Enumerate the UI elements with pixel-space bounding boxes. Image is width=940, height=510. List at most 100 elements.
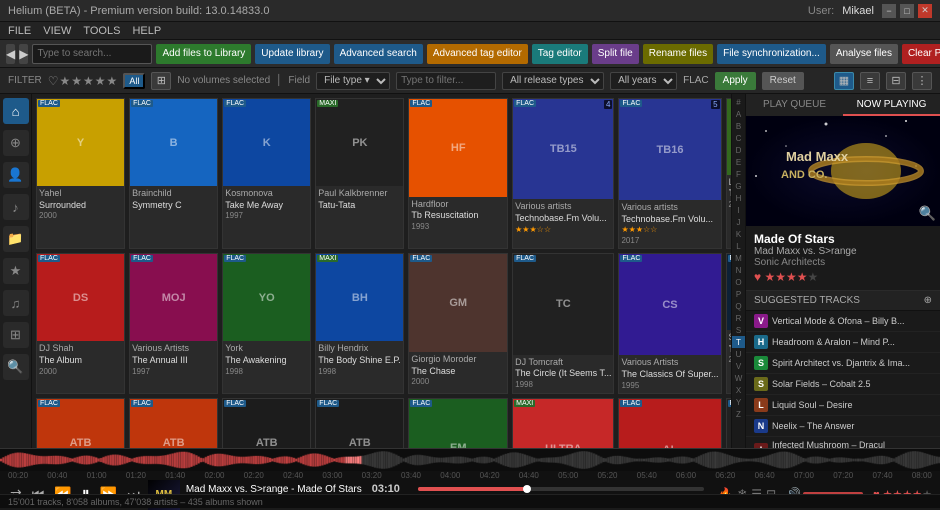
analyse-files-button[interactable]: Analyse files: [830, 44, 898, 64]
letter-index-v[interactable]: V: [732, 360, 745, 372]
letter-index-u[interactable]: U: [732, 348, 745, 360]
back-button[interactable]: ◀: [6, 44, 15, 64]
suggested-track-item[interactable]: N Neelix – The Answer: [746, 416, 940, 437]
file-type-select[interactable]: File type ▾ FLAC MP3: [316, 72, 390, 90]
type-filter-input[interactable]: [396, 72, 496, 90]
add-files-button[interactable]: Add files to Library: [156, 44, 251, 64]
album-item[interactable]: DS FLAC DJ Shah The Album 2000: [36, 253, 125, 394]
album-item[interactable]: B FLAC Brainchild Symmetry C: [129, 98, 218, 249]
suggested-track-item[interactable]: L Liquid Soul – Desire: [746, 395, 940, 416]
album-item[interactable]: ATB FLAC ATB The Dj'2 - In The Mix 2004: [36, 398, 125, 448]
letter-index-z[interactable]: Z: [732, 408, 745, 420]
release-type-select[interactable]: All release types: [502, 72, 604, 90]
letter-index-w[interactable]: W: [732, 372, 745, 384]
letter-index-o[interactable]: O: [732, 276, 745, 288]
album-item[interactable]: MOJ FLAC Various Artists The Annual III …: [129, 253, 218, 394]
suggested-track-item[interactable]: S Spirit Architect vs. Djantrix & Ima...: [746, 353, 940, 374]
suggested-track-item[interactable]: S Solar Fields – Cobalt 2.5: [746, 374, 940, 395]
album-item[interactable]: ATB FLAC ATB The Dj'3 - In The Mix ★★★☆☆…: [129, 398, 218, 448]
waveform[interactable]: // Generate waveform bars - played porti…: [0, 449, 940, 471]
letter-index-p[interactable]: P: [732, 288, 745, 300]
menu-file[interactable]: FILE: [8, 25, 31, 37]
detail-view-button[interactable]: ⊟: [886, 72, 906, 90]
sidebar-folder-icon[interactable]: 📁: [3, 226, 29, 252]
rename-files-button[interactable]: Rename files: [643, 44, 713, 64]
album-item[interactable]: ULTRA MAXI Ellen Allien The Kiss / Need …: [512, 398, 614, 448]
letter-index-h[interactable]: H: [732, 192, 745, 204]
album-item[interactable]: TC FLAC DJ Tomcraft The Circle (It Seems…: [512, 253, 614, 394]
letter-index-b[interactable]: B: [732, 120, 745, 132]
album-item[interactable]: Y FLAC Yahel Surrounded 2000: [36, 98, 125, 249]
letter-index-t[interactable]: T: [732, 336, 745, 348]
menu-tools[interactable]: TOOLS: [83, 25, 120, 37]
letter-index-r[interactable]: R: [732, 312, 745, 324]
maximize-button[interactable]: □: [900, 4, 914, 18]
grid-view-button[interactable]: ⊞: [151, 72, 171, 90]
album-item[interactable]: GM FLAC Giorgio Moroder The Chase 2000: [408, 253, 508, 394]
album-grid-view-button[interactable]: ▦: [834, 72, 854, 90]
letter-index-q[interactable]: Q: [732, 300, 745, 312]
letter-index-n[interactable]: N: [732, 264, 745, 276]
suggested-track-item[interactable]: H Headroom & Aralon – Mind P...: [746, 332, 940, 353]
more-view-button[interactable]: ⋮: [912, 72, 932, 90]
advanced-search-button[interactable]: Advanced search: [334, 44, 423, 64]
expand-icon[interactable]: ⊕: [924, 295, 932, 306]
sidebar-search-icon[interactable]: ⊕: [3, 130, 29, 156]
search-input[interactable]: [32, 44, 152, 64]
sidebar-filter-icon[interactable]: ⊞: [3, 322, 29, 348]
year-select[interactable]: All years: [610, 72, 677, 90]
sidebar-music-icon[interactable]: ♪: [3, 194, 29, 220]
tag-editor-button[interactable]: Tag editor: [532, 44, 588, 64]
letter-index-k[interactable]: K: [732, 228, 745, 240]
album-item[interactable]: TB16 FLAC 5 Various artists Technobase.F…: [618, 98, 721, 249]
album-item[interactable]: TB15 FLAC 4 Various artists Technobase.F…: [512, 98, 614, 249]
letter-index-x[interactable]: X: [732, 384, 745, 396]
list-view-button[interactable]: ≡: [860, 72, 880, 90]
tab-now-playing[interactable]: NOW PLAYING: [843, 94, 940, 116]
star-filter[interactable]: ♡ ★★★★★: [48, 74, 118, 88]
clear-queue-button[interactable]: Clear Play queue: [902, 44, 940, 64]
sidebar-find-icon[interactable]: 🔍: [3, 354, 29, 380]
album-item[interactable]: TC FLAC Tomcraft The Mission 1998: [726, 398, 731, 448]
suggested-track-item[interactable]: V Vertical Mode & Ofona – Billy B...: [746, 311, 940, 332]
letter-index-l[interactable]: L: [732, 240, 745, 252]
album-item[interactable]: AL FLAC Allure The Loves We Lost 2006: [618, 398, 721, 448]
progress-handle[interactable]: [523, 485, 531, 493]
split-file-button[interactable]: Split file: [592, 44, 639, 64]
reset-button[interactable]: Reset: [762, 72, 804, 90]
file-sync-button[interactable]: File synchronization...: [717, 44, 826, 64]
minimize-button[interactable]: −: [882, 4, 896, 18]
letter-index-s[interactable]: S: [732, 324, 745, 336]
letter-index-f[interactable]: F: [732, 168, 745, 180]
album-item[interactable]: ATB FLAC ATB The Dj'5 - In The Mix 2010: [315, 398, 404, 448]
letter-index-g[interactable]: G: [732, 180, 745, 192]
album-item[interactable]: PK MAXI Paul Kalkbrenner Tatu-Tata: [315, 98, 404, 249]
forward-button[interactable]: ▶: [19, 44, 28, 64]
album-item[interactable]: BH MAXI Billy Hendrix The Body Shine E.P…: [315, 253, 404, 394]
advanced-tag-editor-button[interactable]: Advanced tag editor: [427, 44, 528, 64]
sidebar-note-icon[interactable]: ♫: [3, 290, 29, 316]
close-button[interactable]: ✕: [918, 4, 932, 18]
album-item[interactable]: EM FLAC E-Mantra The Hermit's Sanctuary: [408, 398, 508, 448]
letter-index-d[interactable]: D: [732, 144, 745, 156]
apply-button[interactable]: Apply: [715, 72, 756, 90]
album-item[interactable]: LS L'age Synthetique Terminate 2000: [726, 98, 731, 249]
letter-index-e[interactable]: E: [732, 156, 745, 168]
update-library-button[interactable]: Update library: [255, 44, 329, 64]
letter-index-i[interactable]: I: [732, 204, 745, 216]
letter-index-j[interactable]: J: [732, 216, 745, 228]
letter-index-m[interactable]: M: [732, 252, 745, 264]
letter-index-#[interactable]: #: [732, 96, 745, 108]
letter-index-a[interactable]: A: [732, 108, 745, 120]
album-item[interactable]: SCH FLAC Schiller The Club Mixes 2007: [726, 253, 731, 394]
tab-play-queue[interactable]: PLAY QUEUE: [746, 94, 843, 116]
album-item[interactable]: HF FLAC Hardfloor Tb Resuscitation 1993: [408, 98, 508, 249]
menu-help[interactable]: HELP: [132, 25, 161, 37]
letter-index-y[interactable]: Y: [732, 396, 745, 408]
menu-view[interactable]: VIEW: [43, 25, 71, 37]
album-item[interactable]: CS FLAC Various Artists The Classics Of …: [618, 253, 721, 394]
sidebar-star-icon[interactable]: ★: [3, 258, 29, 284]
letter-index-c[interactable]: C: [732, 132, 745, 144]
search-more-icon[interactable]: 🔍: [919, 205, 936, 222]
album-item[interactable]: K FLAC Kosmonova Take Me Away 1997: [222, 98, 311, 249]
